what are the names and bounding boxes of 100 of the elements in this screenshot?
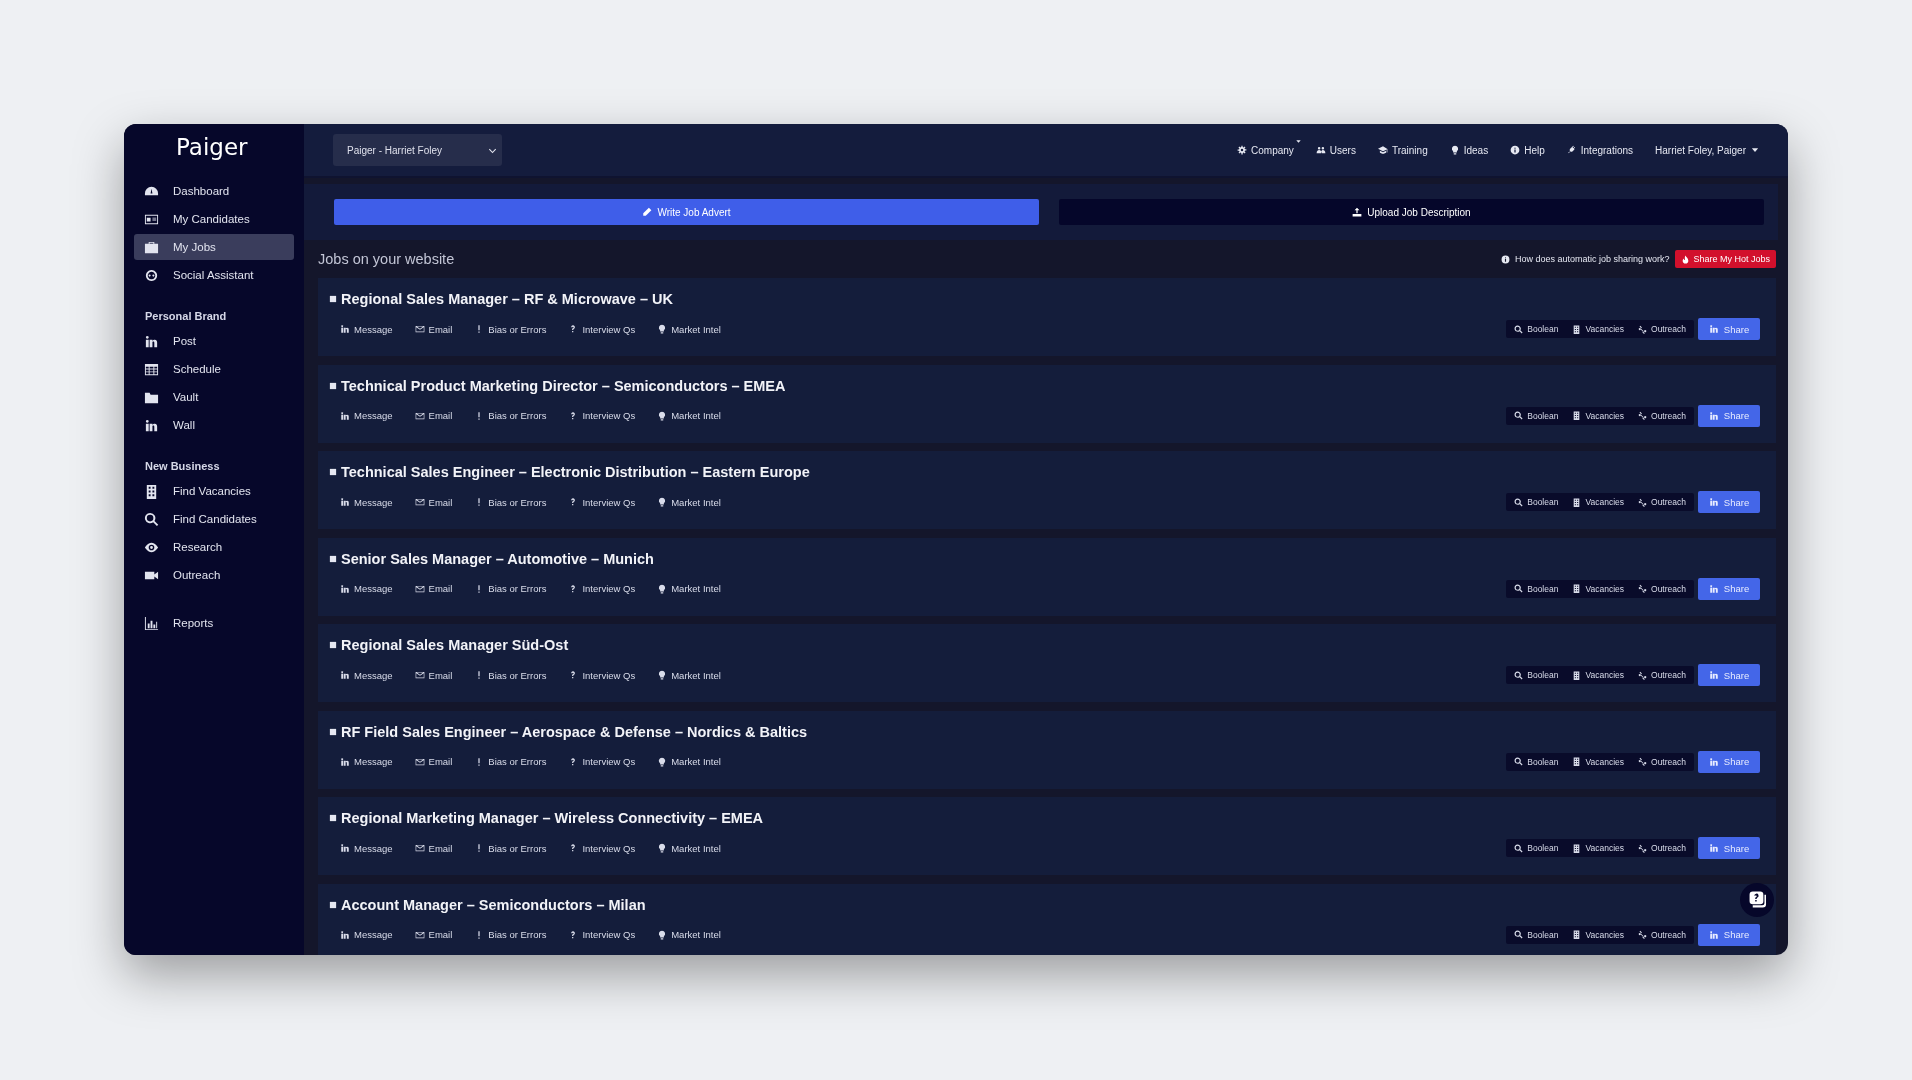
job-title[interactable]: Technical Product Marketing Director – Semiconductors – EMEA [341, 377, 786, 394]
share-button[interactable]: Share [1698, 577, 1760, 600]
job-action-link[interactable]: Bias or Errors [474, 496, 547, 508]
sidebar-item[interactable]: Post [134, 328, 294, 354]
job-action-link[interactable]: Market Intel [657, 410, 721, 421]
sidebar-item[interactable]: Find Candidates [134, 506, 294, 532]
nav-link[interactable]: Training [1377, 144, 1428, 156]
tool-link[interactable]: Vacancies [1572, 929, 1625, 940]
tool-link[interactable]: Boolean [1514, 670, 1559, 680]
sidebar-item[interactable]: Wall [134, 412, 294, 438]
sidebar-item[interactable]: Research [134, 534, 294, 560]
tool-link[interactable]: Outreach [1638, 756, 1686, 767]
job-action-link[interactable]: Message [340, 583, 393, 594]
job-action-link[interactable]: Message [340, 496, 393, 508]
job-action-link[interactable]: Interview Qs [568, 929, 636, 940]
tool-link[interactable]: Boolean [1514, 410, 1559, 421]
sidebar-item[interactable]: My Jobs [134, 234, 294, 260]
tool-link[interactable]: Boolean [1514, 929, 1559, 940]
sidebar-item[interactable]: Vault [134, 384, 294, 410]
tool-link[interactable]: Vacancies [1572, 756, 1625, 767]
upload-button[interactable]: Upload Job Description [1059, 199, 1764, 225]
sidebar-item[interactable]: Schedule [134, 356, 294, 382]
logo[interactable]: Paiger [176, 134, 248, 160]
job-title[interactable]: RF Field Sales Engineer – Aerospace & Defense – Nordics & Baltics [341, 723, 808, 740]
nav-link[interactable]: Company [1237, 144, 1294, 156]
tool-link[interactable]: Outreach [1638, 410, 1686, 421]
job-action-link[interactable]: Bias or Errors [474, 756, 547, 767]
help-chat-icon[interactable] [1740, 883, 1774, 917]
job-action-link[interactable]: Bias or Errors [474, 410, 547, 421]
job-title[interactable]: Regional Sales Manager – RF & Microwave – UK [341, 291, 673, 307]
job-title[interactable]: Account Manager – Semiconductors – Milan [341, 896, 646, 913]
job-action-link[interactable]: Email [414, 669, 453, 681]
tool-link[interactable]: Boolean [1514, 583, 1559, 594]
tool-link[interactable]: Vacancies [1572, 497, 1625, 507]
tool-link[interactable]: Outreach [1638, 843, 1686, 853]
tool-link[interactable]: Outreach [1638, 583, 1686, 594]
job-action-link[interactable]: Message [340, 756, 393, 767]
job-title[interactable]: Regional Sales Manager Süd-Ost [341, 637, 569, 653]
job-action-link[interactable]: Email [414, 583, 453, 594]
nav-link[interactable]: Help [1510, 144, 1545, 156]
job-action-link[interactable]: Market Intel [657, 929, 721, 940]
job-action-link[interactable]: Market Intel [657, 496, 721, 508]
job-action-link[interactable]: Interview Qs [568, 323, 636, 335]
share-button[interactable]: Share [1698, 491, 1760, 513]
share-button[interactable]: Share [1698, 837, 1760, 859]
tool-link[interactable]: Vacancies [1572, 843, 1625, 853]
job-action-link[interactable]: Interview Qs [568, 756, 636, 767]
write-job-advert-button[interactable]: Write Job Advert [334, 199, 1039, 225]
job-title[interactable]: Senior Sales Manager – Automotive – Munich [341, 550, 654, 567]
sidebar-item[interactable]: Reports [134, 610, 294, 636]
job-action-link[interactable]: Email [414, 842, 453, 854]
job-action-link[interactable]: Email [414, 756, 453, 767]
tool-link[interactable]: Vacancies [1572, 583, 1625, 594]
job-action-link[interactable]: Email [414, 929, 453, 940]
nav-link[interactable]: Ideas [1449, 144, 1489, 156]
job-title[interactable]: Regional Marketing Manager – Wireless Connectivity – EMEA [341, 810, 764, 826]
nav-link[interactable]: Integrations [1566, 144, 1634, 156]
share-button[interactable]: Share [1698, 318, 1760, 340]
account-select[interactable]: Paiger - Harriet Foley [333, 134, 502, 166]
job-action-link[interactable]: Bias or Errors [474, 929, 547, 940]
job-action-link[interactable]: Market Intel [657, 842, 721, 854]
job-action-link[interactable]: Message [340, 842, 393, 854]
tool-link[interactable]: Outreach [1638, 670, 1686, 680]
tool-link[interactable]: Vacancies [1572, 410, 1625, 421]
tool-link[interactable]: Outreach [1638, 929, 1686, 940]
share-hot-jobs-button[interactable]: Share My Hot Jobs [1675, 250, 1776, 268]
job-action-link[interactable]: Market Intel [657, 323, 721, 335]
user-menu[interactable]: Harriet Foley, Paiger [1655, 144, 1760, 156]
tool-link[interactable]: Boolean [1514, 497, 1559, 507]
job-action-link[interactable]: Bias or Errors [474, 323, 547, 335]
job-action-link[interactable]: Interview Qs [568, 496, 636, 508]
tool-link[interactable]: Boolean [1514, 324, 1559, 334]
share-button[interactable]: Share [1698, 750, 1760, 773]
share-button[interactable]: Share [1698, 404, 1760, 427]
share-button[interactable]: Share [1698, 923, 1760, 946]
job-action-link[interactable]: Email [414, 496, 453, 508]
job-action-link[interactable]: Interview Qs [568, 842, 636, 854]
job-action-link[interactable]: Message [340, 323, 393, 335]
job-action-link[interactable]: Message [340, 929, 393, 940]
job-action-link[interactable]: Interview Qs [568, 669, 636, 681]
tool-link[interactable]: Outreach [1638, 497, 1686, 507]
job-action-link[interactable]: Market Intel [657, 756, 721, 767]
job-action-link[interactable]: Message [340, 669, 393, 681]
tool-link[interactable]: Outreach [1638, 324, 1686, 334]
job-action-link[interactable]: Bias or Errors [474, 669, 547, 681]
nav-link[interactable]: Users [1315, 144, 1356, 156]
tool-link[interactable]: Boolean [1514, 843, 1559, 853]
job-action-link[interactable]: Market Intel [657, 669, 721, 681]
job-action-link[interactable]: Bias or Errors [474, 842, 547, 854]
job-title[interactable]: Technical Sales Engineer – Electronic Distribution – Eastern Europe [341, 464, 810, 480]
sidebar-item[interactable]: My Candidates [134, 206, 294, 232]
job-action-link[interactable]: Message [340, 410, 393, 421]
job-action-link[interactable]: Bias or Errors [474, 583, 547, 594]
sidebar-item[interactable]: Outreach [134, 562, 294, 588]
tool-link[interactable]: Boolean [1514, 756, 1559, 767]
job-action-link[interactable]: Interview Qs [568, 583, 636, 594]
tool-link[interactable]: Vacancies [1572, 324, 1625, 334]
job-action-link[interactable]: Email [414, 323, 453, 335]
job-action-link[interactable]: Interview Qs [568, 410, 636, 421]
sidebar-item[interactable]: Social Assistant [134, 262, 294, 288]
